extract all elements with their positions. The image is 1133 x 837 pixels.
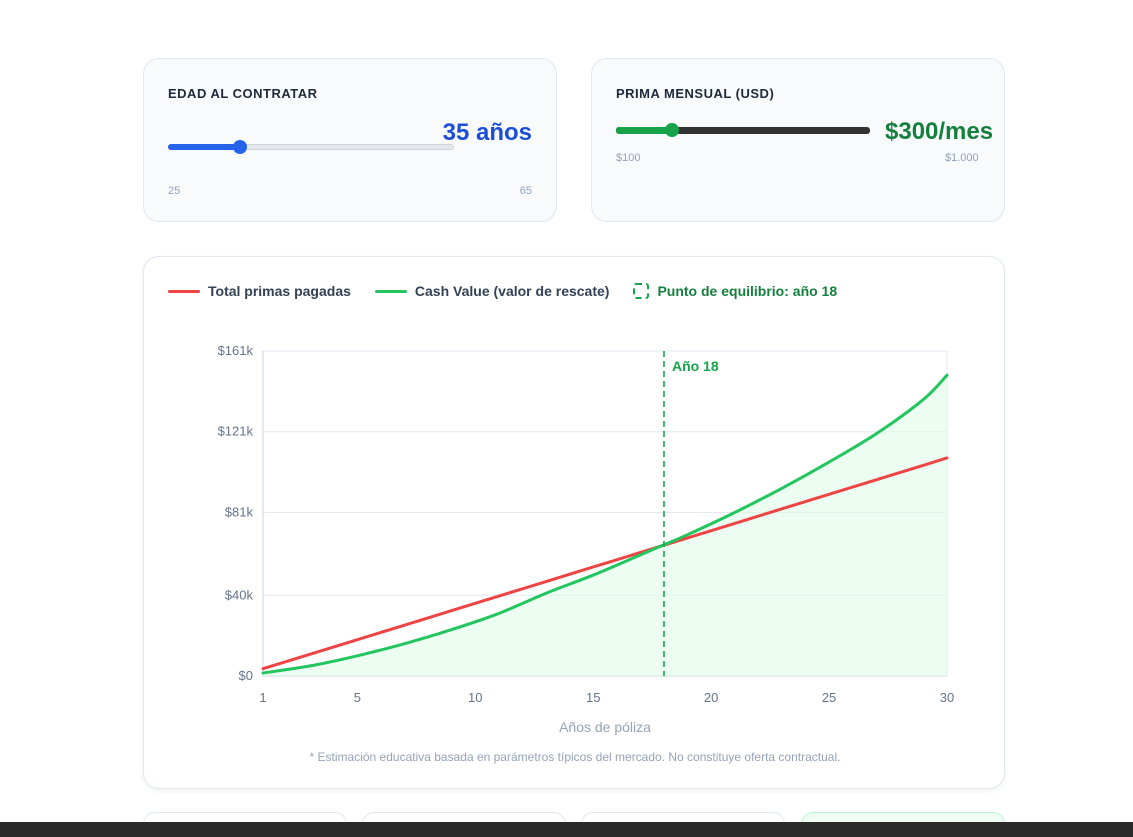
premium-max-label: $1.000 [945,152,979,164]
x-tick-label: 20 [704,690,718,705]
y-tick-label: $81k [225,504,254,519]
age-card: EDAD AL CONTRATAR 35 años 25 65 [143,58,557,222]
premium-card: PRIMA MENSUAL (USD) $300/mes $100 $1.000 [591,58,1005,222]
y-tick-label: $161k [218,343,254,358]
x-tick-label: 10 [468,690,482,705]
cash-value-area [263,375,947,676]
premium-slider-thumb[interactable] [665,123,680,137]
x-tick-label: 30 [940,690,954,705]
y-tick-label: $121k [218,424,254,439]
breakeven-label: Año 18 [672,358,719,374]
age-slider-fill [168,144,240,150]
premium-slider-fill [616,127,673,134]
age-title: EDAD AL CONTRATAR [168,86,318,101]
taskbar [0,822,1133,837]
premium-title: PRIMA MENSUAL (USD) [616,86,775,101]
x-tick-label: 1 [259,690,266,705]
x-tick-label: 15 [586,690,600,705]
chart-footnote: * Estimación educativa basada en parámet… [309,750,841,764]
x-tick-label: 5 [354,690,361,705]
chart-svg: $0$40k$81k$121k$161k1 5 10 15 20 25 30Años de … [218,343,955,735]
y-tick-label: $40k [225,587,254,602]
chart-card: Total primas pagadas Cash Value (valor d… [143,256,1005,789]
x-axis-label: Años de póliza [559,719,651,735]
y-tick-label: $0 [239,668,253,683]
age-slider[interactable] [168,139,454,155]
age-min-label: 25 [168,185,181,197]
premium-min-label: $100 [616,152,641,164]
premium-value: $300/mes [885,118,994,145]
age-slider-thumb[interactable] [232,140,247,154]
age-value: 35 años [442,119,532,146]
premium-slider[interactable] [616,123,870,139]
age-max-label: 65 [519,185,532,197]
x-tick-label: 25 [822,690,836,705]
